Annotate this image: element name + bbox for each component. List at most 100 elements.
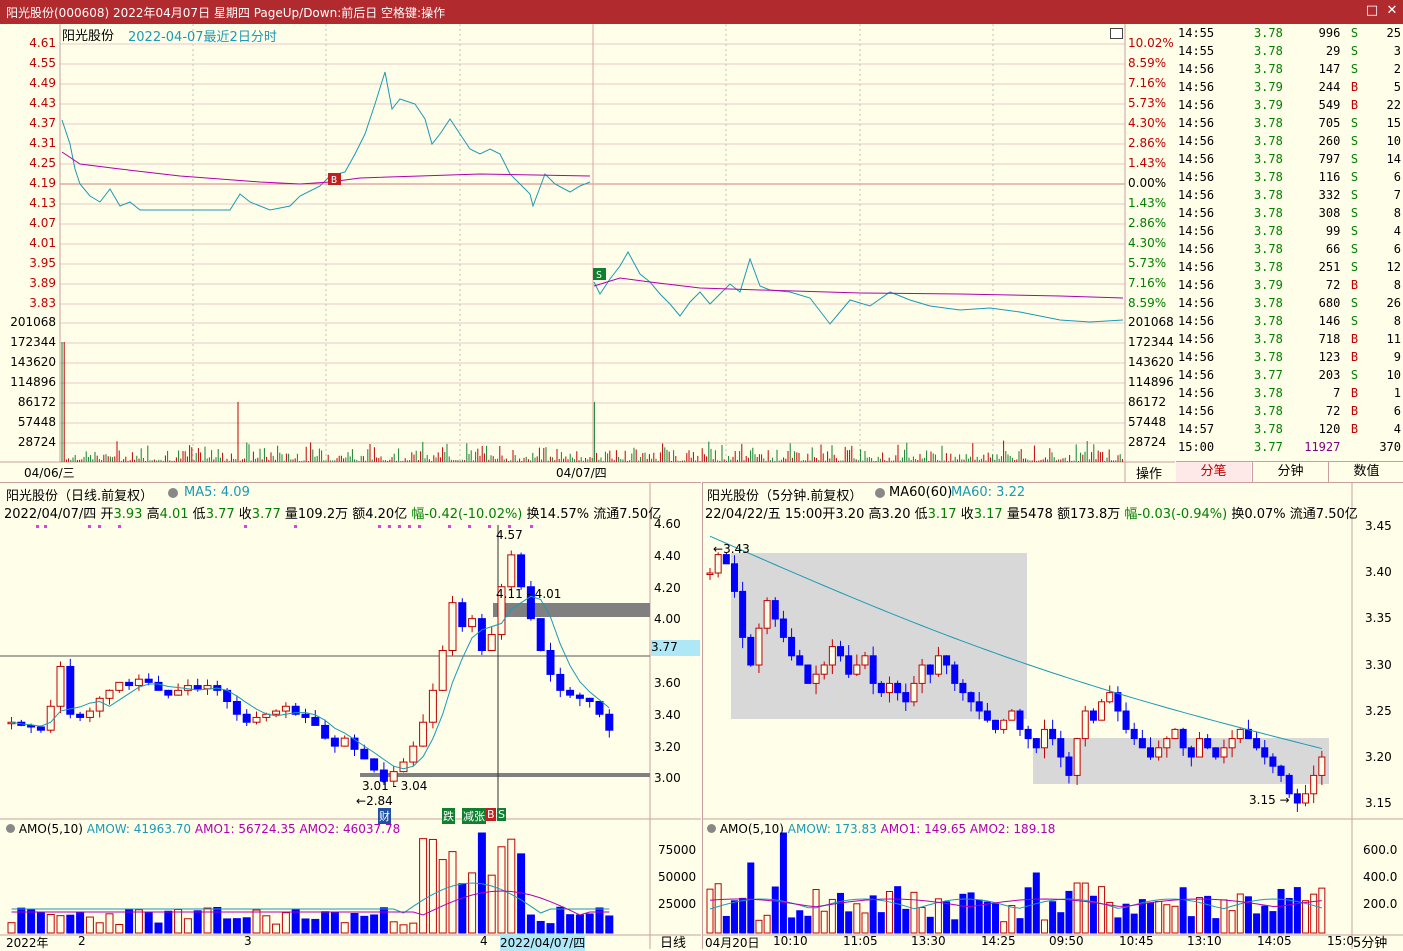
m5-x-label: 14:05 — [1257, 934, 1292, 948]
candle-body — [1311, 775, 1317, 793]
amo-bar — [1188, 917, 1194, 933]
trade-price: 3.77 — [1232, 438, 1285, 456]
tag-sell[interactable]: S — [497, 808, 506, 821]
trade-volume: 549 — [1285, 96, 1343, 114]
ma5-line — [12, 596, 610, 768]
daily-float: 流通7.50亿 — [593, 507, 661, 522]
amo-bar — [1041, 920, 1047, 933]
price-tick: 4.07 — [2, 216, 56, 230]
m5-kline-chart[interactable] — [703, 483, 1403, 949]
candle-body — [410, 746, 417, 762]
amo-bar — [273, 924, 280, 933]
amo-bar — [1001, 922, 1007, 933]
m5-amo-indicator-icon[interactable] — [707, 824, 716, 833]
amo-bar — [1148, 903, 1154, 933]
trade-side: S — [1342, 168, 1366, 186]
candle-body — [253, 717, 260, 722]
trade-side: B — [1342, 420, 1366, 438]
trade-side: B — [1342, 96, 1366, 114]
daily-kline-chart[interactable] — [0, 483, 701, 949]
trade-row: 14:563.79244B5 — [1176, 78, 1403, 96]
daily-kline-panel[interactable]: 阳光股份（日线.前复权） MA5: 4.09 2022/04/07/四 开3.9… — [0, 482, 701, 949]
amo-bar — [253, 910, 260, 933]
trade-time: 14:56 — [1176, 366, 1232, 384]
amo-bar — [420, 839, 427, 933]
amo-bar — [764, 915, 770, 933]
m5-amo-tick: 400.0 — [1363, 870, 1397, 884]
amo-bar — [576, 915, 583, 933]
m5-kline-panel[interactable]: 阳光股份（5分钟.前复权） MA60(60) MA60: 3.22 22/04/… — [702, 482, 1403, 949]
amo-bar — [557, 907, 564, 933]
candle-body — [67, 666, 74, 714]
amo-bar — [547, 924, 554, 933]
trade-price: 3.78 — [1232, 168, 1285, 186]
tag-fall[interactable]: 跌 — [442, 808, 455, 824]
panel-toggle-icon[interactable] — [1110, 28, 1123, 39]
ann-low: ←2.84 — [356, 794, 393, 808]
minimize-icon[interactable]: □ — [1364, 3, 1380, 19]
pct-tick: 4.30% — [1128, 116, 1166, 130]
m5-open: 3.20 — [835, 507, 864, 522]
range-box-1 — [731, 553, 1027, 719]
tab-ticks[interactable]: 分笔 — [1176, 462, 1251, 482]
tag-reduce[interactable]: 减张 — [462, 808, 486, 824]
amo-bar — [944, 902, 950, 933]
pct-tick: 5.73% — [1128, 256, 1166, 270]
amo-bar — [1131, 914, 1137, 933]
trade-count: 8 — [1367, 312, 1403, 330]
period-daily-button[interactable]: 日线 — [660, 932, 686, 951]
m5-indicator-icon[interactable] — [875, 488, 885, 498]
m5-price-tick: 3.35 — [1365, 611, 1392, 625]
intraday-panel[interactable]: BS 阳光股份 2022-04-07最近2日分时 4.614.554.494.4… — [0, 24, 1175, 482]
trade-time: 14:56 — [1176, 150, 1232, 168]
close-icon[interactable]: ✕ — [1384, 3, 1400, 19]
trade-time: 14:56 — [1176, 258, 1232, 276]
trade-price: 3.78 — [1232, 186, 1285, 204]
trade-time: 14:56 — [1176, 348, 1232, 366]
trade-row: 14:563.78116S6 — [1176, 168, 1403, 186]
price-tick: 4.43 — [2, 96, 56, 110]
period-m5-button[interactable]: 5分钟 — [1353, 932, 1387, 951]
volume-tick: 86172 — [2, 395, 56, 409]
trade-side: S — [1342, 294, 1366, 312]
amo-bar — [567, 915, 574, 933]
amo-bar — [1311, 894, 1317, 933]
volume-tick: 57448 — [2, 415, 56, 429]
volume-tick-right: 172344 — [1128, 335, 1174, 349]
m5-x-label: 13:30 — [911, 934, 946, 948]
intraday-chart[interactable]: BS — [0, 24, 1175, 482]
m5-info-line: 22/04/22/五 15:00开3.20 高3.20 低3.17 收3.17 … — [705, 503, 1358, 522]
amo-bar — [854, 904, 860, 933]
amo-bar — [282, 913, 289, 933]
candle-body — [878, 683, 884, 692]
trade-volume: 120 — [1285, 420, 1343, 438]
price-tick: 4.19 — [2, 176, 56, 190]
candle-body — [1294, 794, 1300, 803]
trade-volume: 66 — [1285, 240, 1343, 258]
trade-row: 14:563.78123B9 — [1176, 348, 1403, 366]
candle-body — [1001, 720, 1007, 729]
amo-bar — [606, 916, 613, 933]
price-tick: 4.37 — [2, 116, 56, 130]
amo-bar — [748, 863, 754, 933]
daily-date: 2022/04/07/四 — [4, 507, 96, 522]
candle-body — [1009, 711, 1015, 720]
trade-count: 15 — [1367, 114, 1403, 132]
trade-volume: 116 — [1285, 168, 1343, 186]
ops-button[interactable]: 操作 — [1136, 463, 1162, 482]
amo-indicator-icon[interactable] — [6, 824, 15, 833]
volume-tick: 172344 — [2, 335, 56, 349]
trade-volume: 29 — [1285, 42, 1343, 60]
trades-panel[interactable]: 14:553.78996S2514:553.7829S314:563.78147… — [1176, 24, 1403, 461]
trade-price: 3.79 — [1232, 276, 1285, 294]
indicator-icon[interactable] — [168, 488, 178, 498]
candle-body — [846, 656, 852, 674]
signal-dot — [408, 525, 411, 528]
trade-count: 5 — [1367, 78, 1403, 96]
trade-volume: 680 — [1285, 294, 1343, 312]
pct-tick: 5.73% — [1128, 96, 1166, 110]
candle-body — [935, 656, 941, 674]
tag-buy[interactable]: B — [486, 808, 496, 821]
tab-minute[interactable]: 分钟 — [1252, 462, 1328, 482]
tab-values[interactable]: 数值 — [1328, 462, 1403, 482]
